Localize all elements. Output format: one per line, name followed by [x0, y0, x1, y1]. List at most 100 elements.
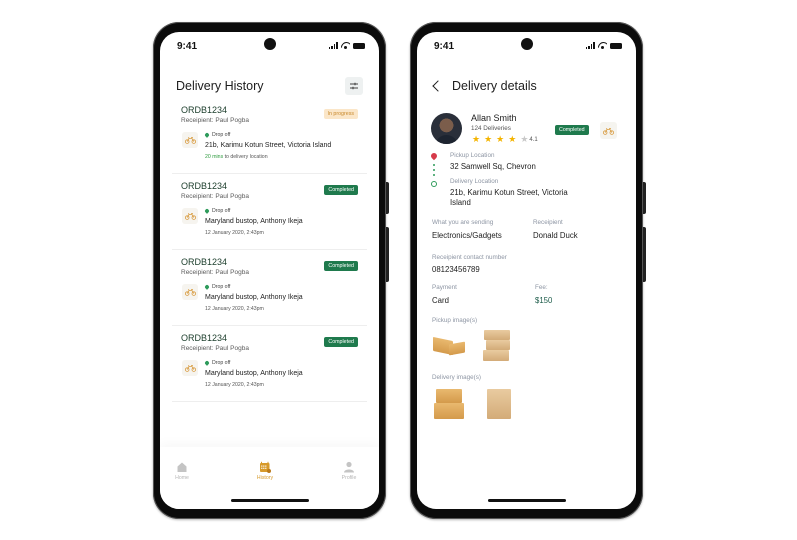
pickup-value: 32 Samwell Sq, Chevron	[450, 162, 536, 171]
payment-value: Card	[432, 296, 449, 305]
order-recipient: Receipient: Paul Pogba	[181, 269, 249, 276]
order-address: Maryland bustop, Anthony Ikeja	[205, 370, 303, 377]
filter-button[interactable]	[345, 77, 363, 95]
contact-value: 08123456789	[432, 265, 480, 274]
signal-icon	[585, 42, 595, 49]
tab-home[interactable]: Home	[162, 461, 202, 481]
star-empty-icon: ★	[520, 134, 529, 144]
bike-icon-box	[600, 122, 617, 139]
contact-label: Receipient contact number	[432, 254, 507, 261]
order-id: ORDB1234	[181, 333, 228, 343]
power-button	[643, 227, 646, 282]
wifi-icon	[341, 42, 350, 49]
order-date: 12 January 2020, 2:43pm	[205, 382, 264, 388]
battery-icon	[610, 43, 622, 49]
bike-icon-box	[182, 360, 198, 376]
fee-label: Fee:	[535, 284, 548, 291]
battery-icon	[353, 43, 365, 49]
sending-value: Electronics/Gadgets	[432, 231, 502, 240]
phone-history: 9:41 Delivery History ORDB1234 Receipien…	[153, 22, 389, 519]
star-icon: ★	[508, 134, 517, 144]
status-badge: Completed	[324, 185, 358, 195]
delivery-images	[432, 387, 516, 421]
star-icon: ★	[484, 134, 493, 144]
signal-icon	[328, 42, 338, 49]
order-address: Maryland bustop, Anthony Ikeja	[205, 218, 303, 225]
drop-off-label: Drop off	[212, 208, 231, 214]
camera-cutout	[520, 38, 533, 50]
sliders-icon	[350, 82, 358, 90]
location-pin-icon	[204, 284, 210, 290]
motorbike-icon	[184, 289, 196, 296]
delivery-image[interactable]	[480, 387, 516, 421]
star-icon: ★	[496, 134, 505, 144]
back-arrow-icon[interactable]	[431, 79, 443, 93]
order-eta: 20 mins to delivery location	[205, 154, 268, 160]
location-pin-icon	[204, 132, 210, 138]
phone-details: 9:41 Delivery details Allan Smith 124 De…	[410, 22, 646, 519]
bike-icon-box	[182, 208, 198, 224]
order-address: 21b, Karimu Kotun Street, Victoria Islan…	[205, 142, 332, 149]
pickup-image[interactable]	[480, 329, 516, 363]
tab-history[interactable]: History	[245, 461, 285, 481]
status-badge: Completed	[324, 337, 358, 347]
fee-value: $150	[535, 296, 553, 305]
delivery-card[interactable]: ORDB1234 Receipient: Paul Pogba Complete…	[172, 250, 367, 326]
order-id: ORDB1234	[181, 181, 228, 191]
home-icon	[177, 462, 187, 472]
delivery-value: 21b, Karimu Kotun Street, Victoria Islan…	[450, 188, 568, 207]
pickup-label: Pickup Location	[450, 152, 495, 159]
pickup-image[interactable]	[432, 329, 468, 363]
bike-icon-box	[182, 284, 198, 300]
status-badge: In progress	[323, 109, 358, 119]
delivery-ring-icon	[431, 181, 437, 187]
delivery-image[interactable]	[432, 387, 468, 421]
home-indicator[interactable]	[487, 499, 566, 502]
delivery-label: Delivery Location	[450, 178, 499, 185]
pickup-images	[432, 329, 516, 363]
delivery-card[interactable]: ORDB1234 Receipient: Paul Pogba In progr…	[172, 98, 367, 174]
delivery-list: ORDB1234 Receipient: Paul Pogba In progr…	[172, 98, 367, 402]
order-recipient: Receipient: Paul Pogba	[181, 193, 249, 200]
history-screen: 9:41 Delivery History ORDB1234 Receipien…	[160, 32, 379, 509]
page-title: Delivery History	[176, 79, 264, 93]
home-indicator[interactable]	[230, 499, 309, 502]
status-bar: 9:41	[160, 32, 379, 58]
bike-icon-box	[182, 132, 198, 148]
route-dots	[433, 164, 435, 176]
order-recipient: Receipient: Paul Pogba	[181, 117, 249, 124]
payment-label: Payment	[432, 284, 457, 291]
status-bar: 9:41	[417, 32, 636, 58]
status-badge: Completed	[555, 125, 589, 135]
tab-profile[interactable]: Profile	[329, 461, 369, 481]
power-button	[386, 227, 389, 282]
pickup-images-label: Pickup image(s)	[432, 317, 478, 324]
status-badge: Completed	[324, 261, 358, 271]
order-recipient: Receipient: Paul Pogba	[181, 345, 249, 352]
user-icon	[344, 461, 354, 473]
order-address: Maryland bustop, Anthony Ikeja	[205, 294, 303, 301]
driver-name: Allan Smith	[471, 113, 517, 123]
star-icon: ★	[472, 134, 481, 144]
motorbike-icon	[184, 365, 196, 372]
sending-label: What you are sending	[432, 219, 494, 226]
delivery-images-label: Delivery image(s)	[432, 374, 481, 381]
delivery-card[interactable]: ORDB1234 Receipient: Paul Pogba Complete…	[172, 326, 367, 402]
drop-off-label: Drop off	[212, 360, 231, 366]
status-time: 9:41	[177, 41, 198, 52]
camera-cutout	[263, 38, 276, 50]
location-pin-icon	[204, 360, 210, 366]
page-title: Delivery details	[452, 79, 537, 93]
order-id: ORDB1234	[181, 257, 228, 267]
details-screen: 9:41 Delivery details Allan Smith 124 De…	[417, 32, 636, 509]
order-id: ORDB1234	[181, 105, 228, 115]
delivery-card[interactable]: ORDB1234 Receipient: Paul Pogba Complete…	[172, 174, 367, 250]
driver-rating-stars: ★ ★ ★ ★ ★ 4.1	[472, 135, 538, 144]
drop-off-label: Drop off	[212, 132, 231, 138]
bottom-tab-bar: Home History Profile	[160, 447, 379, 509]
volume-button	[386, 182, 389, 214]
pickup-pin-icon	[429, 151, 439, 161]
drop-off-label: Drop off	[212, 284, 231, 290]
wifi-icon	[598, 42, 607, 49]
driver-rating: 4.1	[529, 136, 538, 143]
